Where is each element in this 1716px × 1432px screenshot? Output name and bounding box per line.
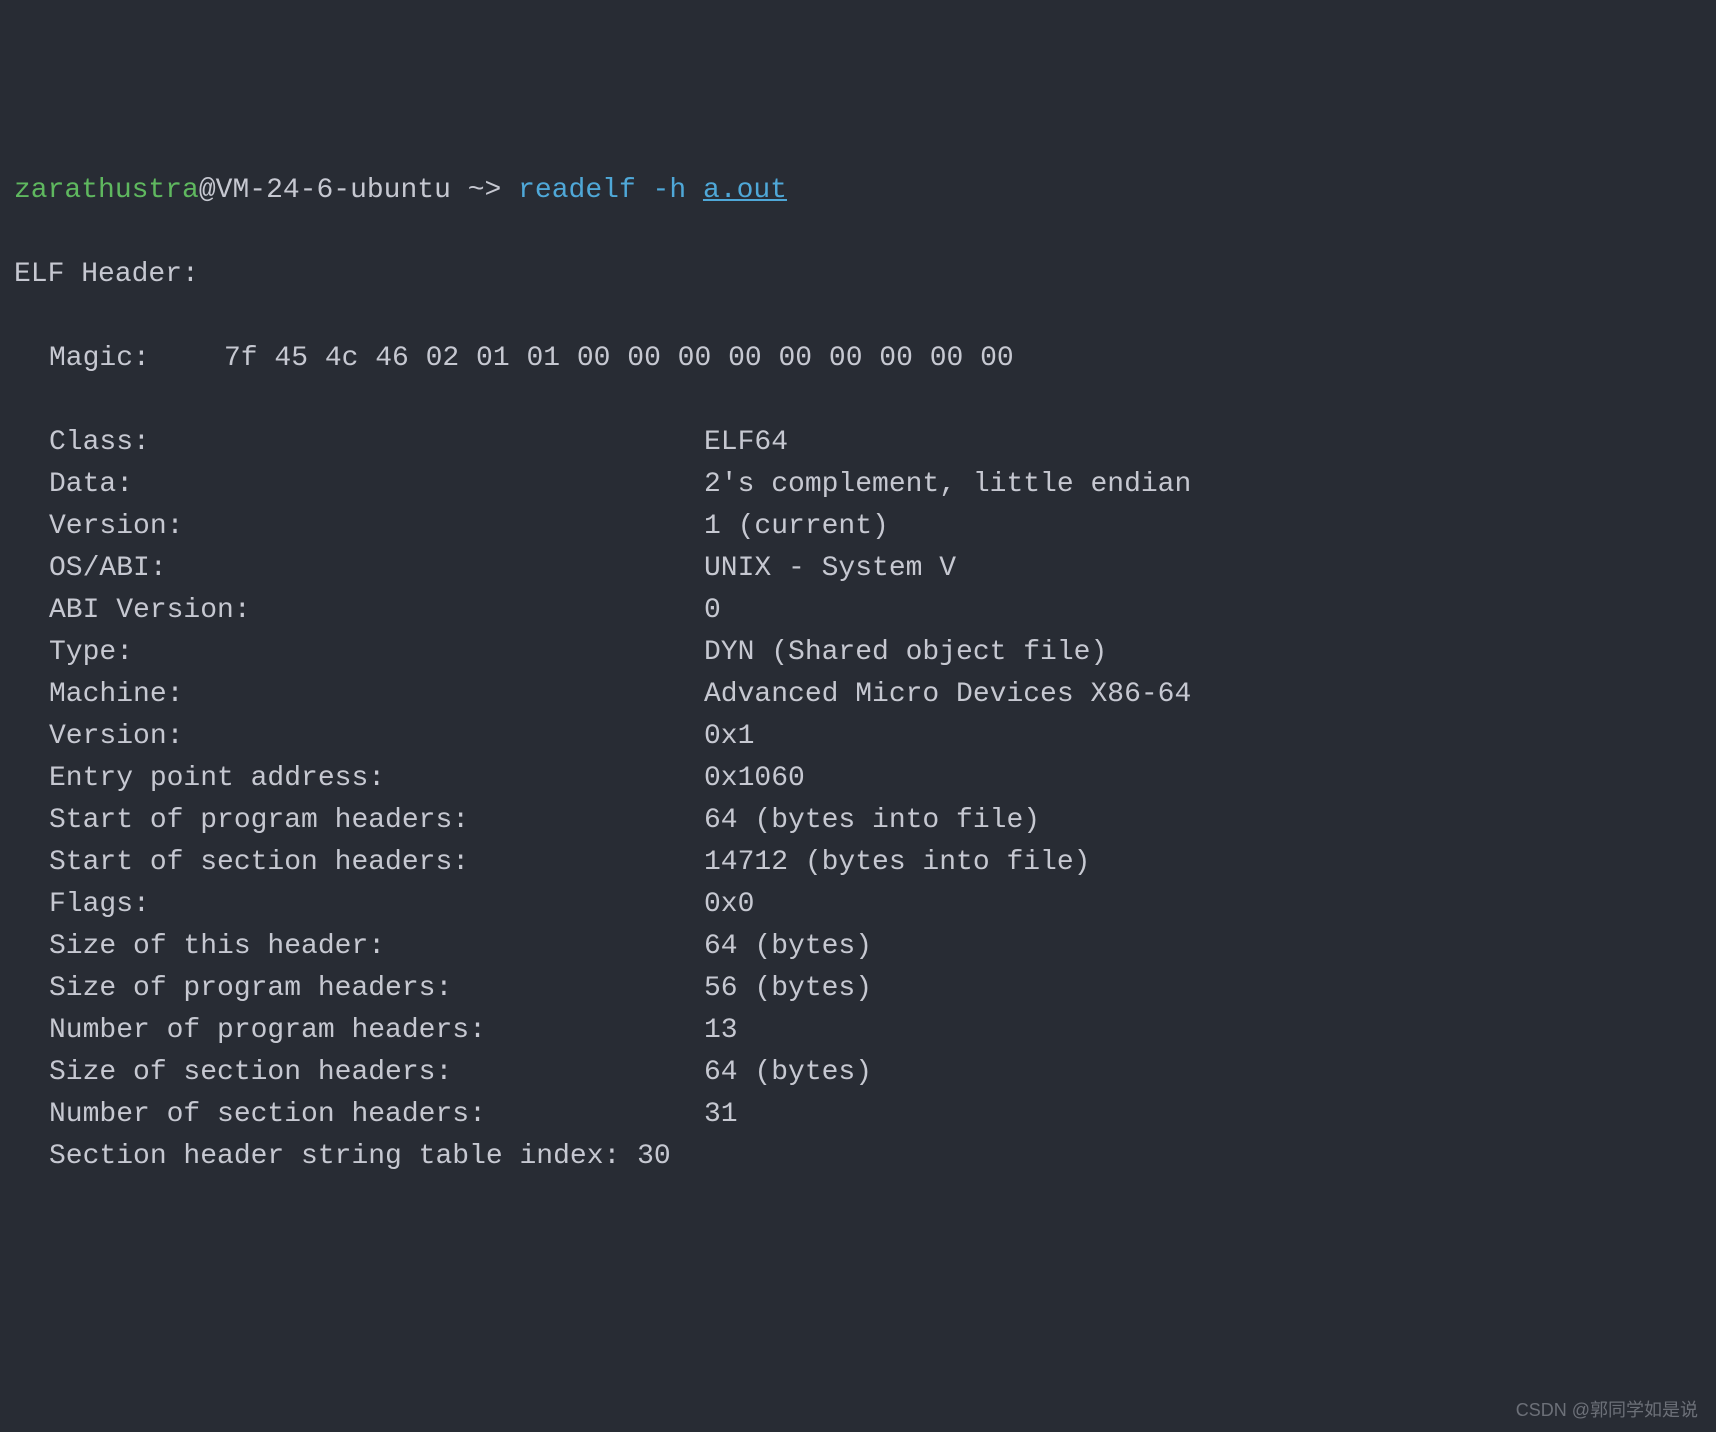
elf-field-value: ELF64 [704, 422, 788, 464]
elf-field-value: UNIX - System V [704, 548, 956, 590]
elf-magic-row: Magic:7f 45 4c 46 02 01 01 00 00 00 00 0… [14, 338, 1702, 380]
elf-field-label: OS/ABI: [49, 548, 704, 590]
elf-field-label: Number of program headers: [49, 1010, 704, 1052]
elf-field-label: Number of section headers: [49, 1094, 704, 1136]
elf-field-value: Advanced Micro Devices X86-64 [704, 674, 1191, 716]
elf-field-row: ABI Version:0 [14, 590, 1702, 632]
elf-field-value: 30 [637, 1136, 671, 1178]
elf-field-row: Type:DYN (Shared object file) [14, 632, 1702, 674]
elf-magic-value: 7f 45 4c 46 02 01 01 00 00 00 00 00 00 0… [224, 338, 1031, 380]
elf-field-value: 2's complement, little endian [704, 464, 1191, 506]
elf-field-label: Type: [49, 632, 704, 674]
elf-field-label: Start of program headers: [49, 800, 704, 842]
elf-field-label: Machine: [49, 674, 704, 716]
command-filename[interactable]: a.out [703, 175, 787, 206]
elf-field-value: 1 (current) [704, 506, 889, 548]
elf-field-value: 64 (bytes into file) [704, 800, 1040, 842]
elf-field-value: 64 (bytes) [704, 1052, 872, 1094]
elf-field-value: 0 [704, 590, 721, 632]
watermark: CSDN @郭同学如是说 [1516, 1397, 1698, 1424]
elf-field-value: 14712 (bytes into file) [704, 842, 1090, 884]
command-text[interactable]: readelf -h [518, 175, 703, 206]
elf-field-row: OS/ABI:UNIX - System V [14, 548, 1702, 590]
elf-field-label: Version: [49, 716, 704, 758]
elf-field-row: Start of section headers:14712 (bytes in… [14, 842, 1702, 884]
elf-field-label: Version: [49, 506, 704, 548]
elf-field-row: Flags:0x0 [14, 884, 1702, 926]
prompt-line: zarathustra@VM-24-6-ubuntu ~> readelf -h… [14, 170, 1702, 212]
elf-field-row: Size of this header:64 (bytes) [14, 926, 1702, 968]
elf-field-label: Size of section headers: [49, 1052, 704, 1094]
elf-field-value: 64 (bytes) [704, 926, 872, 968]
elf-field-value: 56 (bytes) [704, 968, 872, 1010]
elf-field-value: 31 [704, 1094, 738, 1136]
elf-field-value: DYN (Shared object file) [704, 632, 1107, 674]
elf-field-value: 0x1060 [704, 758, 805, 800]
elf-field-row: Section header string table index: 30 [14, 1136, 1702, 1178]
elf-field-label: Flags: [49, 884, 704, 926]
elf-field-label: Size of program headers: [49, 968, 704, 1010]
elf-field-row: Size of program headers:56 (bytes) [14, 968, 1702, 1010]
elf-field-row: Start of program headers:64 (bytes into … [14, 800, 1702, 842]
elf-field-row: Version:1 (current) [14, 506, 1702, 548]
elf-field-row: Data:2's complement, little endian [14, 464, 1702, 506]
elf-field-row: Number of section headers:31 [14, 1094, 1702, 1136]
elf-field-label: Section header string table index: [49, 1136, 637, 1178]
elf-field-value: 0x0 [704, 884, 754, 926]
elf-field-label: Data: [49, 464, 704, 506]
elf-header-title: ELF Header: [14, 254, 1702, 296]
elf-field-label: Entry point address: [49, 758, 704, 800]
prompt-path: ~> [451, 175, 518, 206]
elf-field-row: Size of section headers:64 (bytes) [14, 1052, 1702, 1094]
elf-field-value: 0x1 [704, 716, 754, 758]
elf-field-label: Class: [49, 422, 704, 464]
elf-field-row: Entry point address:0x1060 [14, 758, 1702, 800]
elf-field-label: ABI Version: [49, 590, 704, 632]
elf-field-row: Number of program headers:13 [14, 1010, 1702, 1052]
prompt-host: VM-24-6-ubuntu [216, 175, 451, 206]
elf-field-row: Class:ELF64 [14, 422, 1702, 464]
elf-field-row: Machine:Advanced Micro Devices X86-64 [14, 674, 1702, 716]
elf-field-label: Size of this header: [49, 926, 704, 968]
elf-field-row: Version:0x1 [14, 716, 1702, 758]
elf-field-label: Start of section headers: [49, 842, 704, 884]
prompt-at: @ [199, 175, 216, 206]
prompt-user: zarathustra [14, 175, 199, 206]
elf-magic-label: Magic: [49, 338, 224, 380]
elf-field-value: 13 [704, 1010, 738, 1052]
